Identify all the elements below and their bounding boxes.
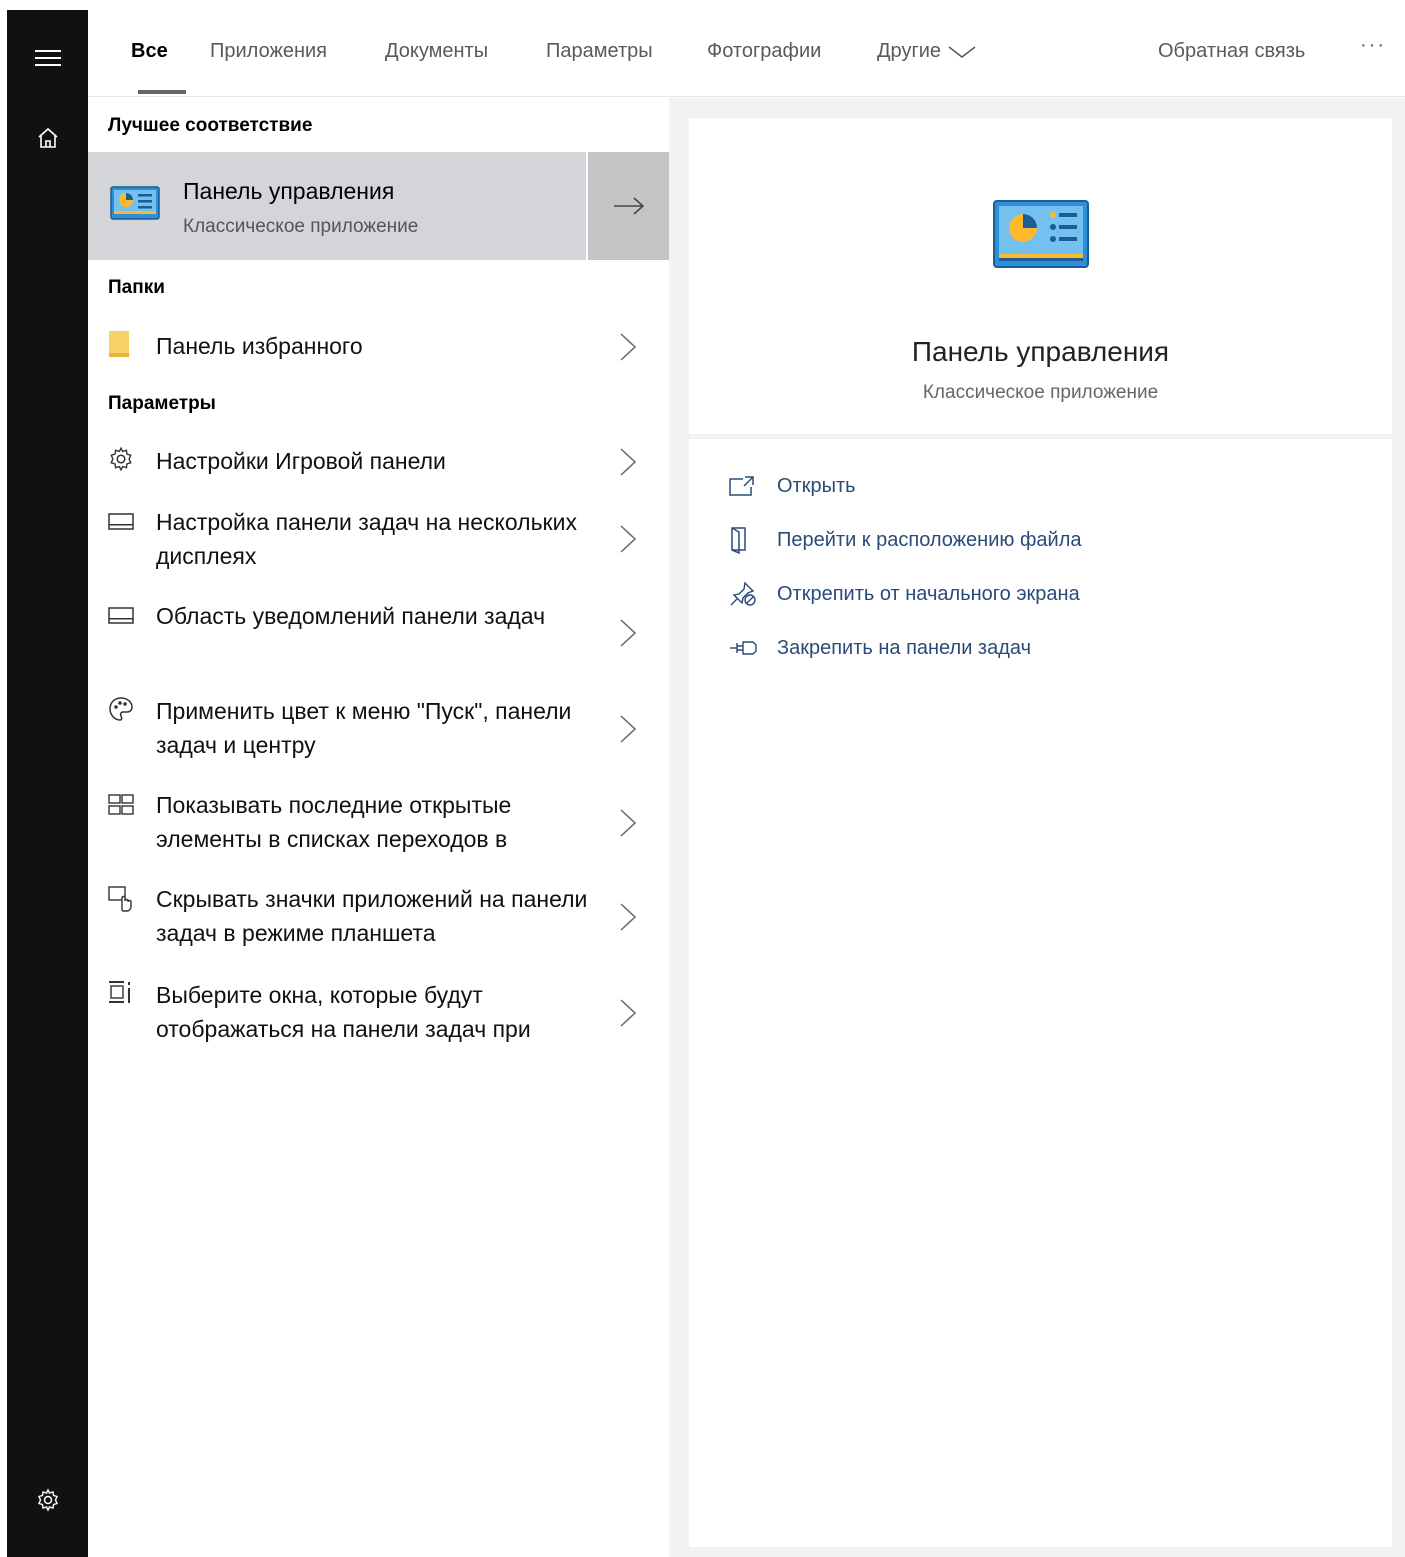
action-label: Открыть [777, 474, 856, 497]
chevron-down-icon [948, 46, 976, 58]
action-label: Открепить от начального экрана [777, 582, 1080, 605]
preview-card: Панель управления Классическое приложени… [689, 118, 1392, 434]
folders-heading: Папки [108, 277, 165, 298]
preview-pane: Панель управления Классическое приложени… [669, 98, 1405, 1557]
chevron-right-icon [620, 999, 637, 1027]
list-item[interactable]: Настройка панели задач на нескольких дис… [88, 502, 669, 582]
open-file-location-action[interactable]: Перейти к расположению файла [729, 523, 1081, 557]
list-item-label: Скрывать значки приложений на панели зад… [156, 886, 588, 946]
open-icon [729, 476, 754, 496]
results-list: Лучшее соответствие Панель управления Кл… [88, 98, 669, 1557]
feedback-link[interactable]: Обратная связь [1158, 40, 1305, 63]
chevron-right-icon [620, 715, 637, 743]
tab-all[interactable]: Все [131, 40, 168, 63]
list-item-label: Область уведомлений панели задач [156, 603, 546, 629]
list-item-label: Панель избранного [156, 333, 363, 359]
window-select-icon [109, 981, 130, 1003]
settings-heading: Параметры [108, 393, 216, 414]
pin-icon [730, 641, 757, 655]
control-panel-icon [993, 200, 1089, 268]
best-match-heading: Лучшее соответствие [108, 115, 313, 136]
search-window: Все Приложения Документы Параметры Фотог… [0, 0, 1405, 1557]
chevron-right-icon [620, 525, 637, 553]
file-location-icon [731, 527, 746, 554]
best-match-title: Панель управления [183, 178, 395, 204]
tab-apps[interactable]: Приложения [210, 40, 327, 63]
tab-other-label: Другие [877, 40, 942, 62]
filter-tabs: Все Приложения Документы Параметры Фотог… [88, 10, 1405, 97]
action-label: Перейти к расположению файла [777, 528, 1082, 551]
list-item[interactable]: Настройки Игровой панели [88, 442, 669, 482]
list-item-label: Настройка панели задач на нескольких дис… [156, 509, 577, 569]
list-item[interactable]: Панель избранного [88, 326, 669, 366]
gear-icon[interactable] [7, 1470, 88, 1530]
control-panel-icon [110, 186, 160, 220]
active-tab-indicator [138, 90, 186, 94]
tab-documents[interactable]: Документы [385, 40, 488, 63]
chevron-right-icon [620, 903, 637, 931]
taskbar-icon [108, 513, 134, 530]
pin-taskbar-action[interactable]: Закрепить на панели задач [729, 631, 1031, 665]
open-action[interactable]: Открыть [729, 469, 856, 503]
tab-other[interactable]: Другие [877, 40, 977, 63]
list-item[interactable]: Применить цвет к меню "Пуск", панели зад… [88, 692, 669, 772]
best-match-subtitle: Классическое приложение [183, 216, 419, 237]
start-layout-icon [108, 794, 134, 815]
arrow-right-icon [613, 197, 644, 215]
action-label: Закрепить на панели задач [777, 636, 1031, 659]
palette-icon [109, 697, 133, 721]
list-item[interactable]: Область уведомлений панели задач [88, 596, 669, 676]
list-item-label: Применить цвет к меню "Пуск", панели зад… [156, 698, 572, 758]
home-icon[interactable] [7, 108, 88, 168]
list-item-label: Показывать последние открытые элементы в… [156, 792, 512, 852]
chevron-right-icon [620, 333, 637, 361]
best-match-item[interactable]: Панель управления Классическое приложени… [88, 152, 586, 260]
tablet-mode-icon [108, 886, 132, 912]
open-preview-button[interactable] [588, 152, 669, 260]
taskbar-icon [108, 607, 134, 624]
more-options-button[interactable]: ··· [1360, 34, 1386, 57]
chevron-right-icon [620, 619, 637, 647]
list-item[interactable]: Скрывать значки приложений на панели зад… [88, 880, 669, 960]
unpin-start-action[interactable]: Открепить от начального экрана [729, 577, 1080, 611]
unpin-icon [730, 581, 756, 606]
tab-photos[interactable]: Фотографии [707, 40, 821, 63]
left-rail [7, 10, 88, 1557]
chevron-right-icon [620, 809, 637, 837]
preview-actions: Открыть Перейти к расположению файла Отк… [689, 439, 1392, 1547]
list-item[interactable]: Показывать последние открытые элементы в… [88, 786, 669, 866]
folder-icon [109, 331, 129, 357]
hamburger-icon[interactable] [7, 28, 88, 88]
chevron-right-icon [620, 448, 637, 476]
list-item-label: Настройки Игровой панели [156, 448, 446, 474]
preview-title: Панель управления [911, 336, 1170, 367]
preview-subtitle: Классическое приложение [922, 382, 1159, 403]
list-item-label: Выберите окна, которые будут отображатьс… [156, 982, 531, 1042]
gear-icon [110, 446, 132, 472]
tab-settings[interactable]: Параметры [546, 40, 653, 63]
list-item[interactable]: Выберите окна, которые будут отображатьс… [88, 976, 669, 1056]
